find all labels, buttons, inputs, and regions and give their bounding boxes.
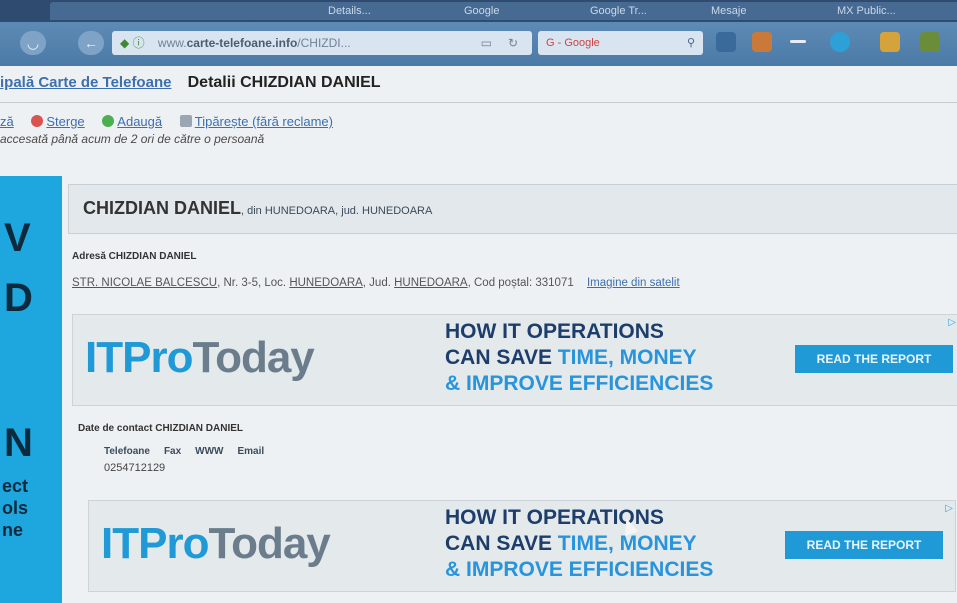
delete-icon [31, 115, 44, 127]
ad-line-3: & IMPROVE EFFICIENCIES [445, 558, 714, 581]
ad-headline: HOW IT OPERATIONS CAN SAVE TIME, MONEY &… [445, 505, 713, 583]
extension-icon[interactable] [880, 32, 900, 52]
address-number: , Nr. 3-5, Loc. [217, 277, 290, 289]
web-page: ipală Carte de Telefoane Detalii CHIZDIA… [0, 66, 957, 603]
browser-tab-mx[interactable]: MX Public... [831, 2, 957, 20]
county-link[interactable]: HUNEDOARA [394, 277, 467, 289]
bookmark-star-icon[interactable] [716, 32, 736, 52]
col-fax: Fax [163, 446, 182, 457]
ad-logo: ITProToday [85, 333, 315, 382]
ad-line-1: HOW IT OPERATIONS [445, 320, 664, 343]
breadcrumb: ipală Carte de Telefoane Detalii CHIZDIA… [0, 74, 381, 92]
site-identity-icon[interactable]: ◆ ⓘ [120, 36, 145, 50]
banner-text: ols [2, 498, 29, 518]
read-report-button[interactable]: READ THE REPORT [795, 345, 953, 373]
url-prefix: www. [157, 36, 187, 50]
ad-line-2a: CAN SAVE [445, 532, 558, 555]
satellite-image-link[interactable]: Imagine din satelit [587, 277, 680, 289]
browser-tab[interactable] [50, 2, 192, 20]
downloads-icon[interactable] [752, 32, 772, 52]
browser-tab[interactable]: Details... [322, 2, 464, 20]
address-line: STR. NICOLAE BALCESCU, Nr. 3-5, Loc. HUN… [72, 277, 680, 289]
navigation-bar: ◡ ← ◆ ⓘ www.carte-telefoane.info/CHIZDI.… [0, 22, 957, 66]
person-header-box: CHIZDIAN DANIEL, din HUNEDOARA, jud. HUN… [68, 184, 957, 234]
reload-icon[interactable]: ↻ [508, 31, 518, 55]
reader-view-icon[interactable]: ▭ [481, 31, 492, 55]
browser-tab[interactable] [186, 2, 328, 20]
extension-icon[interactable] [920, 32, 940, 52]
col-email: Email [237, 446, 265, 457]
banner-text: V [4, 216, 31, 260]
add-link[interactable]: Adaugă [117, 114, 162, 129]
extension-icon[interactable] [830, 32, 850, 52]
address-bar[interactable]: ◆ ⓘ www.carte-telefoane.info/CHIZDI... ▭… [112, 31, 532, 55]
print-link[interactable]: Tipărește (fără reclame) [195, 114, 333, 129]
county-prefix: , Jud. [362, 277, 395, 289]
divider [0, 102, 957, 103]
ad-line-1: HOW IT OPERATIONS [445, 506, 664, 529]
ad-choices-icon[interactable]: ▷ [945, 503, 953, 514]
ad-headline: HOW IT OPERATIONS CAN SAVE TIME, MONEY &… [445, 319, 713, 397]
banner-text: ect [2, 476, 29, 496]
advertisement-banner[interactable]: ITProToday HOW IT OPERATIONS CAN SAVE TI… [72, 314, 957, 406]
url-host: carte-telefoane.info [186, 36, 298, 50]
browser-tab-google[interactable]: Google [458, 2, 590, 20]
ad-choices-icon[interactable]: ▷ [948, 317, 956, 328]
print-icon [179, 115, 192, 127]
postal-code: , Cod poștal: 331071 [467, 277, 574, 289]
contact-heading: Date de contact CHIZDIAN DANIEL [78, 423, 244, 434]
search-placeholder: G - Google [546, 37, 600, 49]
banner-text: ne [2, 520, 24, 540]
menu-button[interactable]: ◡ [20, 31, 46, 55]
street-link[interactable]: STR. NICOLAE BALCESCU [72, 277, 217, 289]
person-location: , din HUNEDOARA, jud. HUNEDOARA [241, 205, 433, 217]
browser-tab-mesaje[interactable]: Mesaje [705, 2, 837, 20]
breadcrumb-home-link[interactable]: ipală Carte de Telefoane [0, 74, 171, 91]
back-button[interactable]: ← [78, 31, 104, 55]
delete-link[interactable]: Sterge [46, 114, 84, 129]
ad-line-2b: TIME, MONEY [557, 346, 697, 369]
url-path: /CHIZDI... [297, 36, 351, 50]
person-name: CHIZDIAN DANIEL [83, 198, 241, 218]
ad-line-3: & IMPROVE EFFICIENCIES [445, 372, 714, 395]
tab-bar: Details... Google Google Tr... Mesaje MX… [0, 0, 957, 22]
page-title: Detalii CHIZDIAN DANIEL [187, 74, 381, 91]
advertisement-banner[interactable]: ITProToday HOW IT OPERATIONS CAN SAVE TI… [88, 500, 956, 592]
address-heading: Adresă CHIZDIAN DANIEL [72, 251, 197, 262]
left-ad-banner[interactable]: V D N ect ols ne [0, 176, 62, 603]
banner-text: D [4, 276, 33, 320]
phone-number: 0254712129 [104, 462, 166, 474]
ad-line-2b: TIME, MONEY [557, 532, 697, 555]
hamburger-menu-icon[interactable] [790, 40, 806, 43]
col-www: WWW [195, 446, 224, 457]
ad-line-2a: CAN SAVE [445, 346, 558, 369]
banner-text: N [4, 421, 33, 465]
locality-link[interactable]: HUNEDOARA [289, 277, 362, 289]
ad-logo: ITProToday [101, 519, 331, 568]
access-count-note: accesată până acum de 2 ori de către o p… [0, 132, 265, 146]
search-icon[interactable]: ⚲ [687, 31, 695, 55]
search-bar[interactable]: G - Google ⚲ [538, 31, 703, 55]
read-report-button[interactable]: READ THE REPORT [785, 531, 943, 559]
contact-columns: Telefoane Fax WWW Email [104, 446, 278, 457]
add-icon [102, 115, 115, 127]
browser-tab-google-translate[interactable]: Google Tr... [584, 2, 711, 20]
edit-link[interactable]: ză [0, 114, 14, 129]
action-bar: ză Sterge Adaugă Tipărește (fără reclame… [0, 114, 347, 129]
col-phones: Telefoane [104, 446, 150, 457]
person-heading: CHIZDIAN DANIEL, din HUNEDOARA, jud. HUN… [83, 198, 432, 219]
